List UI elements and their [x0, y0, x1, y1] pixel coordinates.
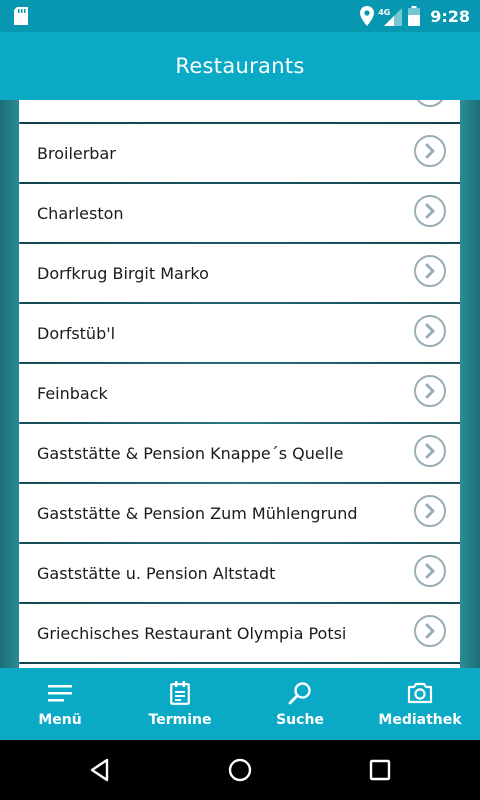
restaurant-name: Charleston [37, 203, 124, 223]
search-icon [288, 682, 311, 705]
list-item[interactable]: Charleston [19, 184, 461, 242]
restaurant-name: Gaststätte u. Pension Altstadt [37, 563, 276, 583]
chevron-right-icon[interactable] [414, 555, 446, 587]
nav-item-termine[interactable]: Termine [120, 668, 240, 740]
restaurant-list-container[interactable]: Broilerbar Charleston Dorfkrug Birgit Mark… [0, 100, 480, 668]
chevron-right-icon[interactable] [414, 135, 446, 167]
chevron-right-icon[interactable] [414, 100, 446, 107]
nav-label-menu: Menü [38, 712, 82, 728]
restaurant-list: Broilerbar Charleston Dorfkrug Birgit Mark… [19, 100, 461, 668]
nav-label-termine: Termine [148, 712, 212, 728]
nav-item-mediathek[interactable]: Mediathek [360, 668, 480, 740]
list-item[interactable] [19, 100, 461, 122]
chevron-right-icon[interactable] [414, 195, 446, 227]
restaurant-name: Dorfstüb'l [37, 323, 116, 343]
chevron-right-icon[interactable] [414, 495, 446, 527]
list-item[interactable]: Griechisches Restaurant Olympia Potsi [19, 604, 461, 662]
bottom-navigation: Menü Termine Suche Mediathek [0, 668, 480, 740]
nav-item-menu[interactable]: Menü [0, 668, 120, 740]
restaurant-name: Gaststätte & Pension Zum Mühlengrund [37, 503, 358, 523]
back-icon[interactable] [88, 758, 112, 782]
list-item[interactable]: Gaststätte & Pension Zum Mühlengrund [19, 484, 461, 542]
chevron-right-icon[interactable] [414, 435, 446, 467]
list-item[interactable]: Dorfkrug Birgit Marko [19, 244, 461, 302]
status-bar: 4G 9:28 [0, 0, 480, 32]
list-item[interactable]: Gaststätte u. Pension Altstadt [19, 544, 461, 602]
battery-icon [408, 6, 421, 26]
restaurant-name: Gaststätte & Pension Knappe´s Quelle [37, 443, 344, 463]
chevron-right-icon[interactable] [414, 375, 446, 407]
signal-icon: 4G [378, 6, 403, 26]
sd-card-icon [14, 7, 28, 25]
nav-label-mediathek: Mediathek [378, 712, 462, 728]
chevron-right-icon[interactable] [414, 255, 446, 287]
list-item[interactable]: Dorfstüb'l [19, 304, 461, 362]
camera-icon [407, 682, 433, 704]
chevron-right-icon[interactable] [414, 315, 446, 347]
menu-icon [48, 685, 72, 702]
page-title: Restaurants [175, 54, 305, 78]
restaurant-name: Dorfkrug Birgit Marko [37, 263, 209, 283]
calendar-icon [170, 681, 190, 705]
restaurant-name: Broilerbar [37, 143, 116, 163]
status-time: 9:28 [430, 6, 470, 26]
restaurant-name: Feinback [37, 383, 108, 403]
list-item[interactable]: Gaststätte & Pension Knappe´s Quelle [19, 424, 461, 482]
app-bar: Restaurants [0, 32, 480, 100]
chevron-right-icon[interactable] [414, 615, 446, 647]
nav-item-suche[interactable]: Suche [240, 668, 360, 740]
list-item[interactable]: Feinback [19, 364, 461, 422]
location-icon [360, 6, 375, 26]
system-navigation-bar [0, 740, 480, 800]
recents-icon[interactable] [368, 758, 392, 782]
list-item[interactable]: Broilerbar [19, 124, 461, 182]
home-icon[interactable] [228, 758, 252, 782]
restaurant-name: Griechisches Restaurant Olympia Potsi [37, 623, 347, 643]
nav-label-suche: Suche [276, 712, 324, 728]
